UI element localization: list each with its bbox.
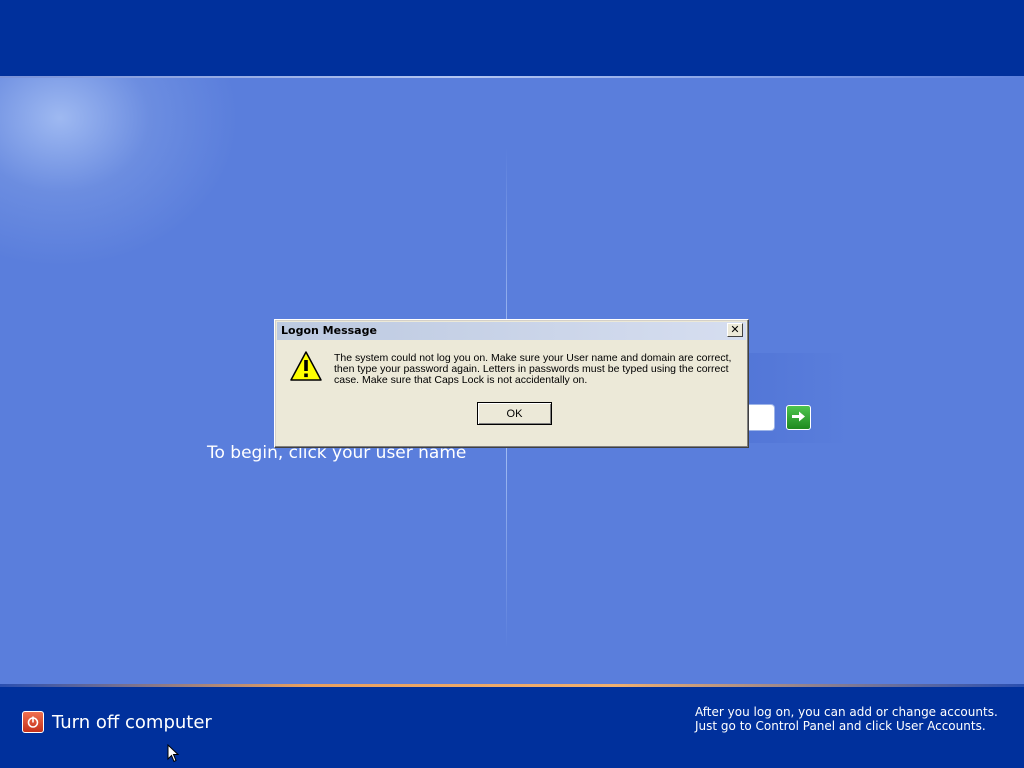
corner-glow — [0, 78, 240, 268]
top-bar — [0, 0, 1024, 76]
help-line-2: Just go to Control Panel and click User … — [695, 719, 986, 733]
logon-message-dialog: Logon Message ✕ The system could not log… — [274, 319, 749, 448]
dialog-message: The system could not log you on. Make su… — [334, 352, 732, 386]
accounts-help-text: After you log on, you can add or change … — [695, 705, 998, 733]
dialog-titlebar[interactable]: Logon Message ✕ — [277, 322, 746, 340]
turn-off-label[interactable]: Turn off computer — [52, 712, 212, 733]
close-button[interactable]: ✕ — [727, 323, 743, 337]
login-go-button[interactable] — [786, 405, 811, 430]
help-line-1: After you log on, you can add or change … — [695, 705, 998, 719]
mouse-cursor-icon — [167, 743, 180, 767]
dialog-title: Logon Message — [281, 324, 377, 337]
close-icon: ✕ — [730, 323, 740, 336]
power-icon[interactable] — [22, 711, 44, 733]
ok-button[interactable]: OK — [477, 402, 552, 425]
warning-icon — [289, 350, 323, 386]
turn-off-computer-button[interactable]: Turn off computer — [22, 710, 212, 734]
arrow-right-icon — [791, 408, 806, 427]
